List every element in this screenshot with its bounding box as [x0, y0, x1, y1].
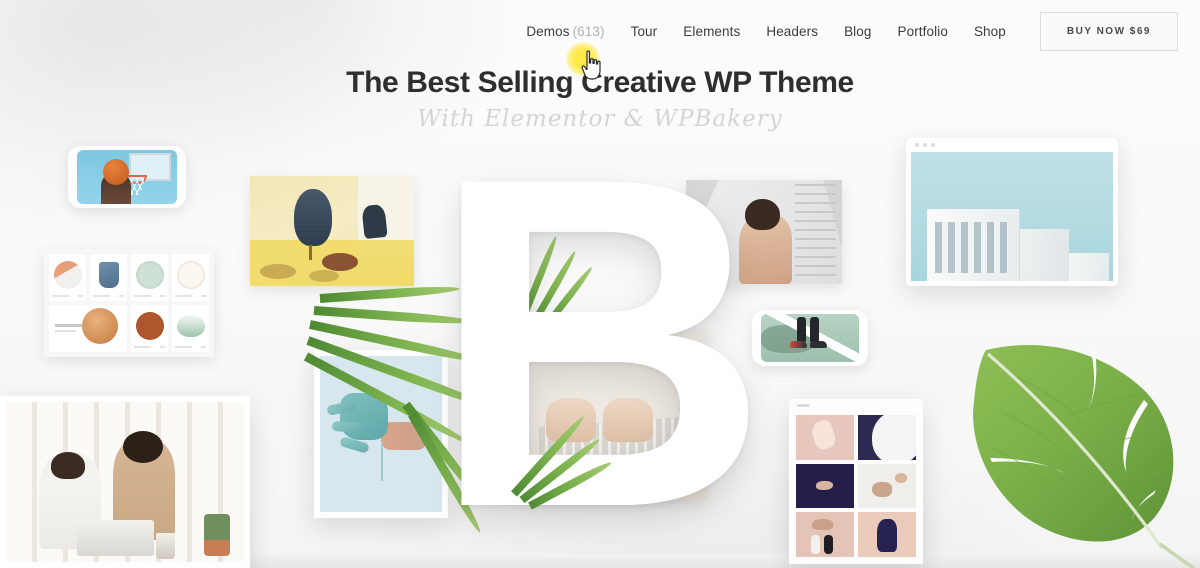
product-label-line: [133, 294, 151, 297]
product-price-line: [119, 294, 125, 297]
buy-now-button[interactable]: BUY NOW $69: [1039, 11, 1178, 51]
product-label-line: [92, 294, 110, 297]
person-left-head-shape: [51, 451, 85, 479]
product-cell[interactable]: [131, 305, 168, 352]
monstera-leaf-photo[interactable]: [948, 332, 1198, 568]
portfolio-tile[interactable]: [796, 512, 854, 557]
product-label-line: [51, 294, 69, 297]
mug-shape: [98, 261, 119, 288]
architecture-browser-mockup[interactable]: [906, 138, 1118, 286]
nav-item-elements[interactable]: Elements: [683, 24, 740, 39]
lounge-chair-shape: [294, 189, 332, 261]
ladder-lines-shape: [795, 184, 836, 280]
nav-item-tour[interactable]: Tour: [631, 24, 658, 39]
court-photo: [761, 314, 859, 362]
coffee-table-shape: [322, 253, 359, 271]
product-label-line: [133, 345, 151, 348]
plate-shape: [176, 260, 205, 289]
browser-dots: [915, 143, 935, 147]
tile-art-shape: [809, 418, 839, 452]
basketball-shape: [103, 158, 129, 185]
product-price-line: [78, 294, 84, 297]
coffee-cup-shape: [155, 533, 175, 559]
leaf-shape: [973, 344, 1195, 568]
portfolio-tile[interactable]: [858, 463, 916, 509]
building-windows-shape: [935, 221, 1008, 274]
portfolio-tile[interactable]: [796, 415, 854, 460]
nav-demos-count: (613): [572, 23, 605, 39]
building-far-shape: [1064, 252, 1109, 281]
figure-shape: [811, 534, 821, 555]
bowl-shape: [176, 314, 205, 337]
product-cell[interactable]: [172, 254, 209, 301]
office-scene: [6, 402, 244, 562]
main-navigation: Demos (613) Tour Elements Headers Blog Po…: [526, 24, 1006, 39]
tile-art-shape: [812, 518, 834, 531]
nav-item-shop[interactable]: Shop: [974, 24, 1006, 39]
product-label-line: [174, 345, 192, 348]
portfolio-tiles: [796, 415, 916, 557]
tile-art-shape: [876, 519, 898, 552]
tile-art-shape: [871, 481, 892, 497]
bowl-shape: [135, 311, 164, 340]
plate-shape: [53, 260, 82, 289]
laptop-shape: [77, 520, 154, 556]
nav-item-demos[interactable]: Demos (613): [526, 24, 604, 39]
pointing-hand-cursor-icon: [580, 50, 602, 85]
copper-plate-shape: [82, 307, 119, 344]
person-right-head-shape: [122, 430, 164, 463]
product-price-line: [160, 345, 166, 348]
nav-item-blog[interactable]: Blog: [844, 24, 871, 39]
portfolio-grid-mockup[interactable]: [789, 399, 923, 564]
portfolio-tile[interactable]: [796, 463, 854, 509]
basketball-photo: [77, 150, 177, 204]
nav-label: Demos: [526, 23, 570, 39]
leg-shape: [797, 316, 807, 343]
product-cell[interactable]: [172, 305, 209, 352]
hand-scene: [320, 356, 442, 512]
sneaker-shape: [790, 340, 808, 348]
teal-hand-artwork[interactable]: [314, 350, 448, 518]
architecture-photo: [911, 152, 1113, 281]
yellow-interior-photo[interactable]: [250, 176, 414, 286]
cactus-shape: [203, 514, 230, 556]
product-grid-mockup[interactable]: [44, 249, 214, 357]
product-price-line: [160, 294, 166, 297]
palm-shape: [339, 393, 389, 441]
basketball-phone-mockup[interactable]: [68, 146, 186, 208]
hero-subtitle: With Elementor & WPBakery: [417, 106, 783, 132]
nav-item-headers[interactable]: Headers: [766, 24, 818, 39]
logo-placeholder: [797, 404, 809, 407]
product-cell[interactable]: [90, 254, 127, 301]
feature-headline-line: [55, 323, 82, 327]
feature-sub-line: [55, 330, 76, 333]
product-price-line: [201, 294, 207, 297]
hero-letter-b: B: [430, 80, 770, 568]
product-cell[interactable]: [131, 254, 168, 301]
finger-shape: [331, 420, 365, 433]
mockup-toolbar: [797, 404, 915, 408]
portfolio-tile[interactable]: [858, 415, 916, 460]
portfolio-tile[interactable]: [858, 512, 916, 557]
product-feature-cell[interactable]: [49, 305, 127, 352]
tile-art-shape: [815, 480, 834, 491]
nav-item-portfolio[interactable]: Portfolio: [898, 24, 948, 39]
sneaker-shape: [810, 340, 827, 348]
paint-drip-shape: [381, 443, 383, 481]
figure-shape: [823, 534, 834, 555]
floor-shadow-shape: [309, 269, 339, 282]
interior-scene: [250, 176, 414, 286]
product-price-line: [201, 345, 207, 348]
tile-art-shape: [895, 473, 907, 484]
leg-shape: [810, 316, 819, 343]
product-cell[interactable]: [49, 254, 86, 301]
bowl-shape: [135, 260, 164, 289]
tile-art-shape: [871, 415, 916, 460]
product-label-line: [174, 294, 192, 297]
office-couple-photo[interactable]: [0, 396, 250, 568]
